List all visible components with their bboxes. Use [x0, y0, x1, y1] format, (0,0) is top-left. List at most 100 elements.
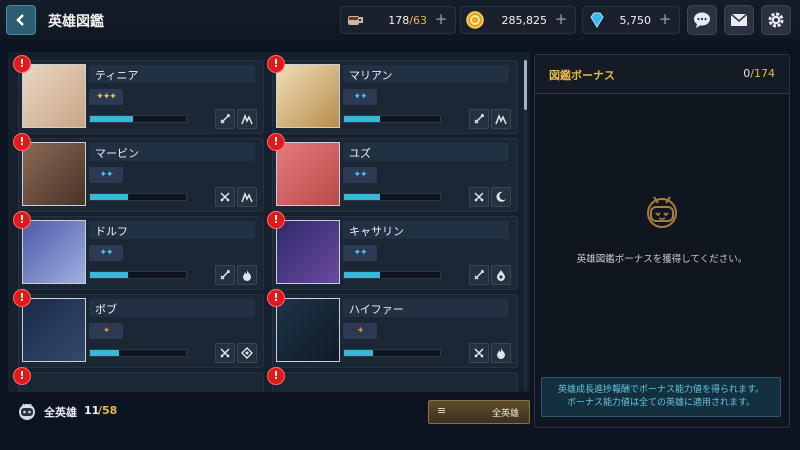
- hero-card[interactable]: ! ティニア ✦✦✦: [13, 55, 264, 134]
- back-button[interactable]: [6, 5, 36, 35]
- crossed-swords-icon: [215, 343, 235, 363]
- hero-name-box: キャサリン: [343, 221, 509, 239]
- hero-progress-bar: [89, 115, 187, 123]
- alert-badge: !: [13, 211, 31, 229]
- hero-list-panel: ! ティニア ✦✦✦ ! マリアン ✦✦ ! マービン ✦✦ ! ユズ ✦✦ !…: [8, 52, 530, 392]
- hero-portrait: [22, 298, 86, 362]
- filter-label: 全英雄: [491, 409, 519, 419]
- crossed-swords-icon: [469, 187, 489, 207]
- hero-name-box: ティニア: [89, 65, 255, 83]
- mountain-icon: [237, 109, 257, 129]
- hero-card[interactable]: ! ユズ ✦✦: [267, 133, 518, 212]
- page-title: 英雄図鑑: [48, 14, 104, 30]
- gem-resource: 5,750 +: [582, 6, 680, 34]
- chat-button[interactable]: [687, 5, 717, 35]
- envelope-icon: [730, 13, 748, 26]
- hero-progress-bar: [89, 193, 187, 201]
- hero-progress-fill: [90, 272, 129, 278]
- hero-card[interactable]: !: [13, 367, 264, 392]
- gold-resource: 285,825 +: [460, 6, 576, 34]
- chat-bubble-icon: [694, 12, 710, 28]
- hero-name: ハイファー: [349, 303, 404, 316]
- bonus-note-line2: ボーナス能力値は全ての英雄に適用されます。: [566, 398, 756, 408]
- gold-coin-icon: [466, 11, 484, 29]
- hero-portrait: [22, 64, 86, 128]
- alert-badge: !: [13, 133, 31, 151]
- bonus-panel: 図鑑ボーナス 0/174 英雄図鑑ボーナスを獲得してください。 英雄成長進捗報酬…: [534, 54, 790, 428]
- bonus-message: 英雄図鑑ボーナスを獲得してください。: [576, 254, 748, 265]
- hero-progress-fill: [90, 350, 119, 356]
- bonus-count-max: /174: [750, 67, 775, 80]
- hero-card[interactable]: ! キャサリン ✦✦: [267, 211, 518, 290]
- bonus-panel-title: 図鑑ボーナス: [549, 69, 615, 82]
- sword-icon: [469, 109, 489, 129]
- alert-badge: !: [267, 367, 285, 385]
- hero-progress-bar: [89, 349, 187, 357]
- moon-icon: [491, 187, 511, 207]
- hero-portrait: [276, 142, 340, 206]
- scroll-thumb[interactable]: [524, 60, 527, 110]
- alert-badge: !: [13, 289, 31, 307]
- hero-portrait: [276, 220, 340, 284]
- stamina-resource: 178/63 +: [340, 6, 456, 34]
- mountain-icon: [237, 187, 257, 207]
- hero-card[interactable]: ! ドルフ ✦✦: [13, 211, 264, 290]
- hero-name-box: マービン: [89, 143, 255, 161]
- hero-progress-bar: [343, 349, 441, 357]
- gold-value: 285,825: [501, 13, 548, 27]
- alert-badge: !: [267, 133, 285, 151]
- hero-progress-fill: [344, 350, 373, 356]
- hero-name-box: ドルフ: [89, 221, 255, 239]
- gem-icon: [590, 12, 604, 28]
- hero-name: ドルフ: [95, 225, 128, 238]
- add-stamina-button[interactable]: +: [433, 11, 449, 27]
- hero-card[interactable]: !: [267, 367, 518, 392]
- hero-portrait: [22, 142, 86, 206]
- sword-icon: [215, 265, 235, 285]
- hero-portrait: [276, 298, 340, 362]
- hero-stars: ✦: [343, 323, 377, 339]
- bonus-panel-header: 図鑑ボーナス 0/174: [535, 55, 789, 94]
- hero-mascot-icon: [19, 403, 35, 420]
- hero-stars: ✦✦: [89, 245, 123, 261]
- flame-icon: [491, 343, 511, 363]
- hero-card[interactable]: ! マービン ✦✦: [13, 133, 264, 212]
- hero-name: マリアン: [349, 69, 393, 82]
- hero-progress-fill: [90, 194, 129, 200]
- bonus-count: 0/174: [743, 67, 775, 80]
- hero-card[interactable]: ! マリアン ✦✦: [267, 55, 518, 134]
- hero-card[interactable]: ! ハイファー ✦: [267, 289, 518, 368]
- filter-dropdown[interactable]: ≡ 全英雄: [428, 400, 530, 424]
- hero-progress-bar: [343, 115, 441, 123]
- add-gems-button[interactable]: +: [657, 11, 673, 27]
- add-gold-button[interactable]: +: [553, 11, 569, 27]
- hero-name-box: ユズ: [343, 143, 509, 161]
- hero-stars: ✦✦: [89, 167, 123, 183]
- total-count: /58: [98, 404, 118, 417]
- hero-stars: ✦✦: [343, 89, 377, 105]
- hero-name-box: ハイファー: [343, 299, 509, 317]
- hero-progress-fill: [344, 272, 381, 278]
- robot-mascot-icon: [647, 196, 677, 228]
- hero-portrait: [22, 220, 86, 284]
- hero-name: マービン: [95, 147, 139, 160]
- hero-name-box: ボブ: [89, 299, 255, 317]
- hero-progress-bar: [89, 271, 187, 279]
- alert-badge: !: [13, 367, 31, 385]
- crossed-swords-icon: [469, 343, 489, 363]
- crossed-swords-icon: [215, 187, 235, 207]
- hero-count-footer: 全英雄 11 /58 ≡ 全英雄: [8, 394, 530, 428]
- water-drop-icon: [491, 265, 511, 285]
- bonus-note-line1: 英雄成長進捗報酬でボーナス能力値を得られます。: [557, 385, 765, 395]
- hero-card[interactable]: ! ボブ ✦: [13, 289, 264, 368]
- alert-badge: !: [13, 55, 31, 73]
- stamina-max: /63: [409, 13, 427, 27]
- hero-portrait: [276, 64, 340, 128]
- hero-stars: ✦✦✦: [89, 89, 123, 105]
- hero-progress-bar: [343, 271, 441, 279]
- menu-lines-icon: ≡: [437, 404, 447, 417]
- hero-stars: ✦✦: [343, 167, 377, 183]
- scrollbar[interactable]: [524, 60, 527, 390]
- settings-button[interactable]: [761, 5, 791, 35]
- mail-button[interactable]: [724, 5, 754, 35]
